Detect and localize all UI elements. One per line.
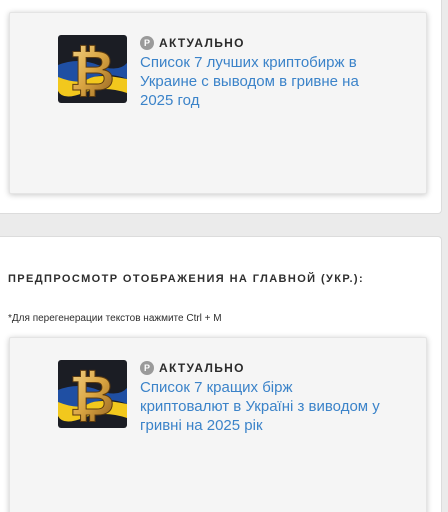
section-title: ПРЕДПРОСМОТР ОТОБРАЖЕНИЯ НА ГЛАВНОЙ (УКР… — [8, 273, 365, 285]
preview-panel-ru: ₿ P АКТУАЛЬНО Список 7 лучших криптобирж… — [0, 0, 442, 214]
preview-text: P АКТУАЛЬНО Список 7 кращих бірж криптов… — [140, 360, 380, 435]
badge-label: АКТУАЛЬНО — [159, 361, 245, 375]
badge-label: АКТУАЛЬНО — [159, 36, 245, 50]
bitcoin-thumbnail-icon[interactable]: ₿ — [58, 35, 127, 103]
news-preview-uk: ₿ P АКТУАЛЬНО Список 7 кращих бірж крипт… — [58, 360, 380, 435]
preview-text: P АКТУАЛЬНО Список 7 лучших криптобирж в… — [140, 35, 380, 110]
headline-link[interactable]: Список 7 лучших криптобирж в Украине с в… — [140, 53, 380, 110]
headline-link[interactable]: Список 7 кращих бірж криптовалют в Украї… — [140, 378, 380, 435]
bitcoin-thumbnail-icon[interactable]: ₿ — [58, 360, 127, 428]
svg-text:₿: ₿ — [69, 364, 115, 428]
svg-text:₿: ₿ — [69, 39, 115, 103]
preview-page: ₿ P АКТУАЛЬНО Список 7 лучших криптобирж… — [0, 0, 448, 512]
regenerate-hint: *Для перегенерации текстов нажмите Ctrl … — [8, 313, 222, 324]
p-badge-icon: P — [140, 361, 154, 375]
badge-row: P АКТУАЛЬНО — [140, 35, 380, 51]
news-preview-ru: ₿ P АКТУАЛЬНО Список 7 лучших криптобирж… — [58, 35, 380, 110]
badge-row: P АКТУАЛЬНО — [140, 360, 380, 376]
preview-card-ru: ₿ P АКТУАЛЬНО Список 7 лучших криптобирж… — [9, 12, 427, 194]
preview-card-uk: ₿ P АКТУАЛЬНО Список 7 кращих бірж крипт… — [9, 337, 427, 512]
p-badge-icon: P — [140, 36, 154, 50]
